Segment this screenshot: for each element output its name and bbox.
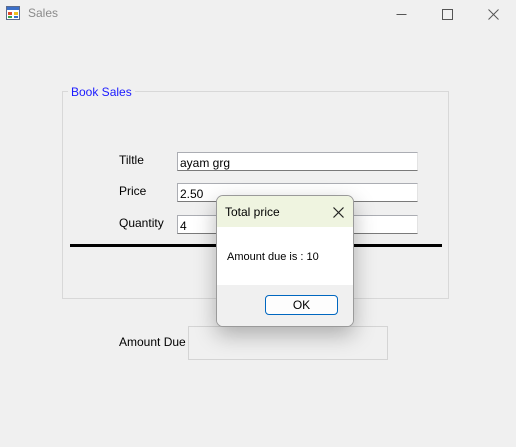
dialog-body: Amount due is : 10 (217, 227, 353, 285)
close-icon (487, 8, 499, 20)
dialog-message: Amount due is : 10 (227, 251, 319, 263)
window-title: Sales (28, 6, 59, 20)
dialog-close-button[interactable] (327, 201, 349, 223)
price-label: Price (119, 184, 147, 198)
amount-due-display (188, 326, 388, 360)
maximize-button[interactable] (424, 0, 470, 28)
total-price-dialog: Total price Amount due is : 10 OK (216, 195, 354, 327)
groupbox-legend: Book Sales (68, 85, 135, 99)
title-label: Tiltle (119, 153, 144, 167)
title-bar: Sales (0, 0, 516, 28)
dialog-footer: OK (217, 285, 353, 326)
quantity-label: Quantity (119, 216, 164, 230)
app-form-icon (6, 6, 20, 20)
window-close-button[interactable] (470, 0, 516, 28)
close-icon (332, 206, 344, 218)
title-field[interactable]: ayam grg (177, 152, 418, 171)
minimize-button[interactable] (378, 0, 424, 28)
minimize-icon (396, 13, 406, 15)
ok-button[interactable]: OK (265, 295, 338, 315)
sales-window: Sales Book Sales Tiltle ayam grg Price 2… (0, 0, 516, 447)
maximize-icon (441, 8, 453, 20)
amount-due-label: Amount Due (119, 335, 186, 349)
dialog-title: Total price (225, 205, 280, 219)
dialog-title-bar: Total price (217, 196, 353, 227)
